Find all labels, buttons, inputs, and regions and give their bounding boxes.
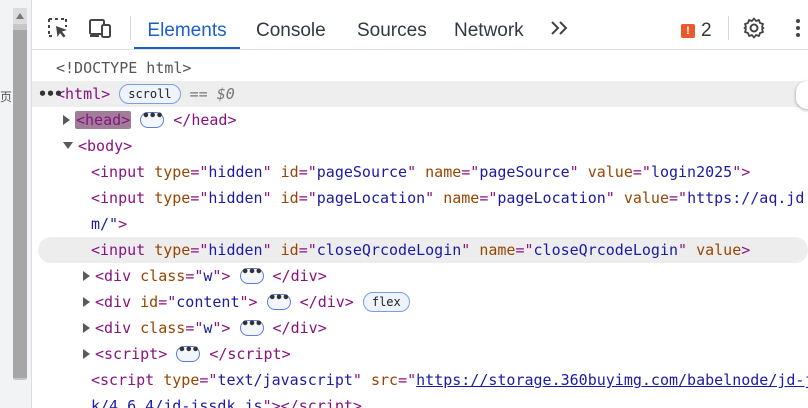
expand-div-icon[interactable] <box>83 296 90 307</box>
input-pagelocation-wrap: m/"> <box>91 215 128 233</box>
tab-sources[interactable]: Sources <box>357 0 427 49</box>
collapsed-content-icon[interactable]: ••• <box>239 318 264 336</box>
issues-count: 2 <box>701 20 712 41</box>
expand-script-icon[interactable] <box>83 348 90 359</box>
tab-network[interactable]: Network <box>454 0 524 49</box>
device-toolbar-icon[interactable] <box>88 16 112 40</box>
input-pagesource-node[interactable]: <input type="hidden" id="pageSource" nam… <box>32 159 808 185</box>
collapse-body-icon[interactable] <box>63 142 73 149</box>
gear-icon[interactable] <box>742 16 766 40</box>
toolbar-divider <box>130 16 131 40</box>
tab-elements[interactable]: Elements <box>134 0 240 49</box>
page-edge-panel: 页 <box>0 0 32 408</box>
more-tabs-icon[interactable] <box>548 16 572 40</box>
collapsed-content-icon[interactable]: ••• <box>176 344 201 362</box>
issues-flag-icon: ! <box>681 24 695 38</box>
devtools-panel: Elements Console Sources Network ! 2 <!D… <box>32 0 808 408</box>
script-jssdk-node[interactable]: <script type="text/javascript" src="http… <box>32 367 808 393</box>
collapsed-content-icon[interactable]: ••• <box>239 266 264 284</box>
script-src-link[interactable]: https://storage.360buyimg.com/babelnode/… <box>416 371 808 389</box>
scroll-up-arrow-icon[interactable] <box>13 8 27 24</box>
input-pagelocation-node[interactable]: <input type="hidden" id="pageLocation" n… <box>32 185 808 211</box>
scrollbar-thumb[interactable] <box>13 30 27 378</box>
tab-console[interactable]: Console <box>256 0 326 49</box>
dom-tree: <!DOCTYPE html> ••• <html> scroll == $0 … <box>32 51 808 408</box>
div-w-node[interactable]: <div class="w"> ••• </div> <box>32 263 808 289</box>
div-content-node[interactable]: <div id="content"> ••• </div> flex <box>32 289 808 315</box>
script-src-link-cont[interactable]: k/4.6.4/jd-jssdk.js <box>91 397 263 408</box>
html-node[interactable]: ••• <html> scroll == $0 <box>32 81 808 109</box>
head-node[interactable]: <head> ••• </head> <box>32 107 808 133</box>
expand-head-icon[interactable] <box>63 114 70 125</box>
side-panel-toggle[interactable] <box>796 81 808 109</box>
input-closeqrcodelogin-node[interactable]: <input type="hidden" id="closeQrcodeLogi… <box>38 237 808 263</box>
script-node[interactable]: <script> ••• </script> <box>32 341 808 367</box>
expand-div-icon[interactable] <box>83 270 90 281</box>
flex-badge[interactable]: flex <box>362 291 410 312</box>
body-node[interactable]: <body> <box>32 133 808 159</box>
div-w-node[interactable]: <div class="w"> ••• </div> <box>32 315 808 341</box>
toolbar-divider <box>728 16 729 40</box>
customize-menu-icon[interactable] <box>786 16 808 40</box>
collapsed-content-icon[interactable]: ••• <box>266 292 291 310</box>
node-actions-icon[interactable]: ••• <box>38 81 63 107</box>
expand-div-icon[interactable] <box>83 322 90 333</box>
collapsed-content-icon[interactable]: ••• <box>140 110 165 128</box>
selected-node-ref: == $0 <box>189 85 235 103</box>
issues-counter[interactable]: ! 2 <box>681 20 712 42</box>
doctype-node[interactable]: <!DOCTYPE html> <box>32 55 808 81</box>
scroll-badge[interactable]: scroll <box>119 83 181 104</box>
inspect-element-icon[interactable] <box>46 16 70 40</box>
page-edge-text: 页 <box>0 90 13 104</box>
devtools-toolbar: Elements Console Sources Network ! 2 <box>32 0 808 50</box>
script-jssdk-wrap: k/4.6.4/jd-jssdk.js"></script> <box>32 393 808 408</box>
